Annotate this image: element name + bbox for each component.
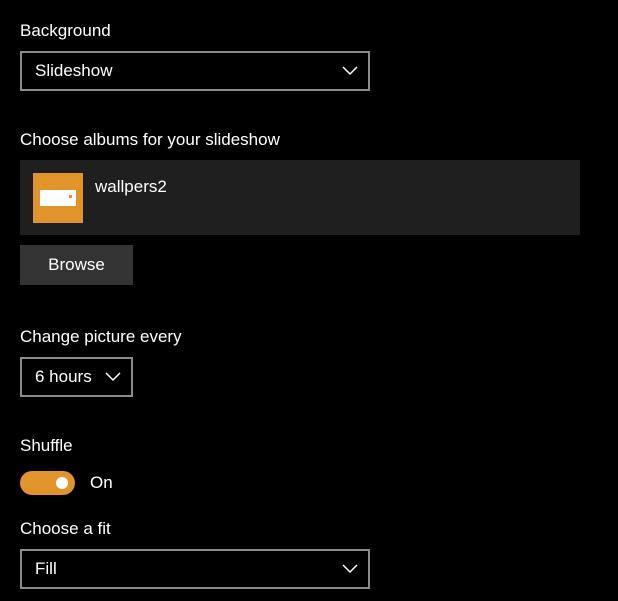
toggle-knob bbox=[56, 477, 68, 489]
interval-dropdown[interactable]: 6 hours bbox=[20, 357, 133, 397]
album-name: wallpers2 bbox=[95, 177, 167, 196]
background-dropdown-value: Slideshow bbox=[35, 61, 113, 80]
browse-button[interactable]: Browse bbox=[20, 245, 133, 285]
background-dropdown[interactable]: Slideshow bbox=[20, 51, 370, 91]
chevron-down-icon bbox=[342, 66, 358, 76]
fit-dropdown[interactable]: Fill bbox=[20, 549, 370, 589]
shuffle-toggle[interactable] bbox=[20, 471, 75, 495]
interval-dropdown-value: 6 hours bbox=[35, 367, 92, 386]
chevron-down-icon bbox=[342, 564, 358, 574]
interval-label: Change picture every bbox=[20, 327, 182, 346]
fit-dropdown-value: Fill bbox=[35, 559, 57, 578]
chevron-down-icon bbox=[105, 372, 121, 382]
shuffle-label: Shuffle bbox=[20, 436, 73, 455]
album-list-item[interactable]: wallpers2 bbox=[20, 160, 580, 235]
shuffle-state: On bbox=[90, 473, 113, 492]
background-label: Background bbox=[20, 21, 111, 40]
albums-label: Choose albums for your slideshow bbox=[20, 130, 280, 149]
folder-icon bbox=[33, 173, 83, 223]
fit-label: Choose a fit bbox=[20, 519, 111, 538]
